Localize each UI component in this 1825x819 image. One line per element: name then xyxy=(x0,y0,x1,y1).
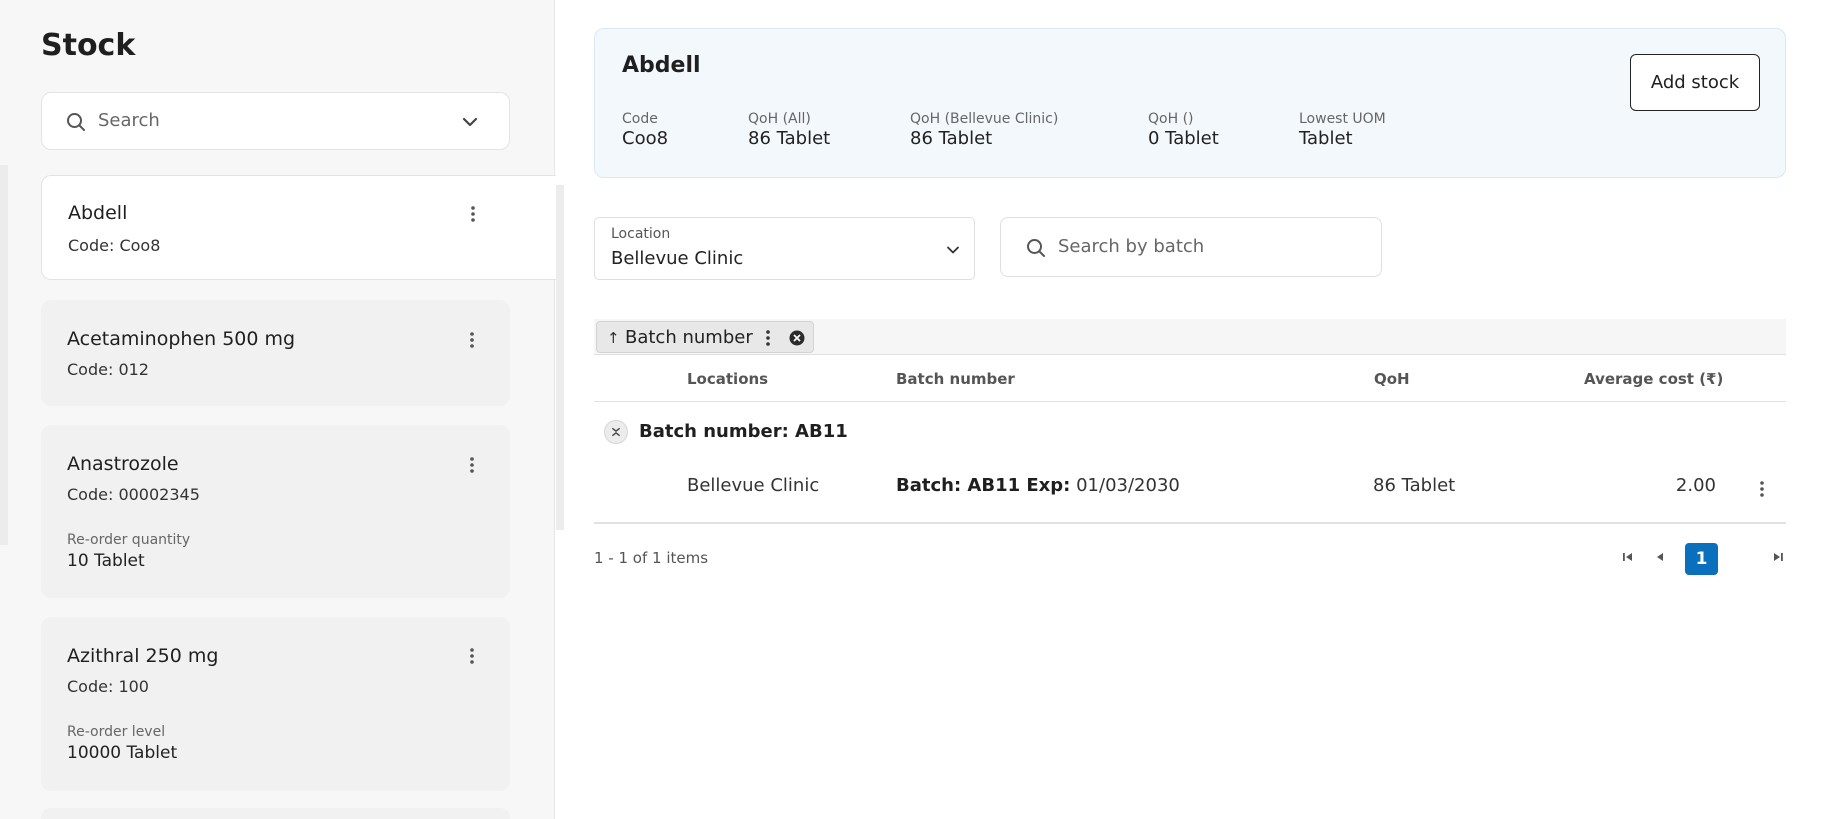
stat-label: QoH (All) xyxy=(748,111,811,127)
sidebar: Stock Search Abdell Code: Coo8 Acetamino… xyxy=(0,0,556,819)
column-header-batch-number[interactable]: Batch number xyxy=(896,370,1015,388)
search-placeholder: Search xyxy=(98,110,160,131)
table-row[interactable]: Bellevue Clinic Batch: AB11 Exp: 01/03/2… xyxy=(594,462,1786,524)
cell-batch: Batch: AB11 Exp: 01/03/2030 xyxy=(896,475,1180,496)
cell-location: Bellevue Clinic xyxy=(687,475,820,496)
remove-group-icon[interactable] xyxy=(789,330,805,346)
app-root: Stock Search Abdell Code: Coo8 Acetamino… xyxy=(0,0,1825,819)
first-page-icon[interactable] xyxy=(1620,549,1636,565)
stat-qoh-location: QoH (Bellevue Clinic) 86 Tablet xyxy=(910,111,1058,149)
column-header-locations[interactable]: Locations xyxy=(687,370,768,388)
cell-batch-bold: Batch: AB11 Exp: xyxy=(896,475,1071,496)
location-value: Bellevue Clinic xyxy=(611,248,744,269)
cell-batch-expiry: 01/03/2030 xyxy=(1076,475,1180,496)
column-header-average-cost[interactable]: Average cost (₹) xyxy=(1584,370,1723,388)
stock-list-item[interactable]: Azithral 250 mg Code: 100 Re-order level… xyxy=(41,617,510,791)
batch-search-input[interactable]: Search by batch xyxy=(1000,217,1382,277)
stat-value: 86 Tablet xyxy=(910,128,993,149)
sidebar-scrollbar[interactable] xyxy=(556,185,564,530)
location-select[interactable]: Location Bellevue Clinic xyxy=(594,217,975,280)
stat-lowest-uom: Lowest UOM Tablet xyxy=(1299,111,1386,149)
grouping-bar: ↑ Batch number xyxy=(594,319,1786,355)
stock-title: Abdell xyxy=(622,53,701,78)
stat-value: Coo8 xyxy=(622,128,669,149)
pagination-info: 1 - 1 of 1 items xyxy=(594,549,709,567)
pagination: 1 xyxy=(1620,543,1790,575)
cell-average-cost: 2.00 xyxy=(1675,475,1716,496)
group-chip-label: Batch number xyxy=(625,327,753,348)
stock-item-name: Acetaminophen 500 mg xyxy=(67,328,296,350)
previous-page-icon[interactable] xyxy=(1652,549,1668,565)
cell-qoh: 86 Tablet xyxy=(1373,475,1456,496)
stock-search-input[interactable]: Search xyxy=(41,92,510,150)
column-header-qoh[interactable]: QoH xyxy=(1374,370,1410,388)
stock-list-item[interactable]: Anastrozole Code: 00002345 Re-order quan… xyxy=(41,425,510,598)
current-page-button[interactable]: 1 xyxy=(1685,543,1718,575)
add-stock-button[interactable]: Add stock xyxy=(1630,54,1760,111)
chevron-down-icon[interactable] xyxy=(461,113,479,131)
more-vertical-icon[interactable] xyxy=(765,329,771,347)
stock-item-code: Code: 100 xyxy=(67,677,149,696)
stock-item-name: Abdell xyxy=(68,202,128,224)
chevron-down-icon xyxy=(947,246,959,254)
stock-header-panel: Abdell Code Coo8 QoH (All) 86 Tablet QoH… xyxy=(594,28,1786,178)
page-title: Stock xyxy=(41,28,136,63)
group-label: Batch number: AB11 xyxy=(639,421,848,442)
stock-list-item[interactable]: Acetaminophen 500 mg Code: 012 xyxy=(41,300,510,406)
reorder-quantity-label: Re-order quantity xyxy=(67,532,191,548)
stock-item-name: Azithral 250 mg xyxy=(67,645,219,667)
last-page-icon[interactable] xyxy=(1770,549,1786,565)
table-header: Locations Batch number QoH Average cost … xyxy=(594,356,1786,402)
stat-label: Code xyxy=(622,111,658,127)
table-group-row: Batch number: AB11 xyxy=(594,412,1786,452)
more-vertical-icon[interactable] xyxy=(465,204,481,224)
search-icon xyxy=(1027,239,1045,257)
stock-item-code: Code: 00002345 xyxy=(67,485,200,504)
stat-value: 0 Tablet xyxy=(1148,128,1219,149)
more-vertical-icon[interactable] xyxy=(464,455,480,475)
stat-qoh-empty: QoH () 0 Tablet xyxy=(1148,111,1219,149)
stat-label: QoH (Bellevue Clinic) xyxy=(910,111,1059,127)
sidebar-rail xyxy=(0,165,8,545)
sort-ascending-icon[interactable]: ↑ xyxy=(607,329,620,347)
stat-value: Tablet xyxy=(1299,128,1353,149)
location-label: Location xyxy=(611,226,671,242)
stat-qoh-all: QoH (All) 86 Tablet xyxy=(748,111,830,149)
reorder-level-value: 10000 Tablet xyxy=(67,743,178,763)
stock-item-name: Anastrozole xyxy=(67,453,179,475)
more-vertical-icon[interactable] xyxy=(1754,479,1770,499)
reorder-level-label: Re-order level xyxy=(67,724,166,740)
search-icon xyxy=(67,113,85,131)
stock-item-code: Code: Coo8 xyxy=(68,236,161,255)
stat-code: Code Coo8 xyxy=(622,111,668,149)
stock-list-item[interactable]: Abdell Code: Coo8 xyxy=(41,175,556,280)
group-chip-batch-number[interactable]: ↑ Batch number xyxy=(596,321,814,353)
more-vertical-icon[interactable] xyxy=(464,646,480,666)
stock-item-code: Code: 012 xyxy=(67,360,149,379)
more-vertical-icon[interactable] xyxy=(464,330,480,350)
stat-value: 86 Tablet xyxy=(748,128,831,149)
stat-label: Lowest UOM xyxy=(1299,111,1386,127)
collapse-icon[interactable] xyxy=(604,420,628,444)
stat-label: QoH () xyxy=(1148,111,1194,127)
batch-search-placeholder: Search by batch xyxy=(1058,236,1205,257)
stock-list-item[interactable] xyxy=(41,808,510,819)
reorder-quantity-value: 10 Tablet xyxy=(67,551,145,571)
